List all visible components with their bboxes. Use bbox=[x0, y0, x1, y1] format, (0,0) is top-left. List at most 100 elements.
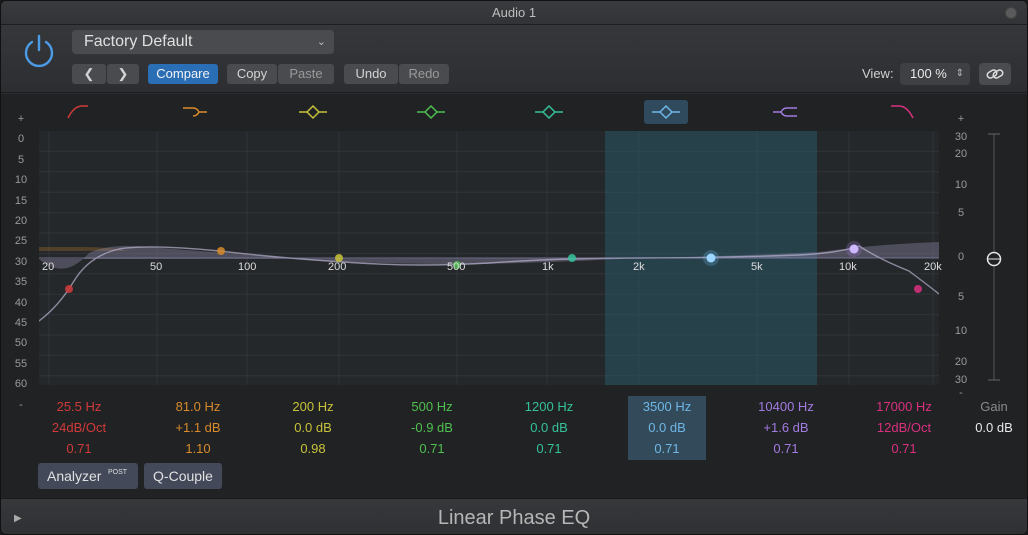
db-scale-tick: 50 bbox=[14, 337, 28, 350]
band-7-freq[interactable]: 10400 Hz bbox=[736, 396, 836, 417]
band-6-bell-icon[interactable] bbox=[644, 100, 688, 124]
band-5-freq[interactable]: 1200 Hz bbox=[499, 396, 599, 417]
q-couple-button[interactable]: Q-Couple bbox=[144, 463, 222, 489]
frequency-label: 500 bbox=[447, 261, 466, 273]
band-7-gain[interactable]: +1.6 dB bbox=[736, 417, 836, 438]
band-6-params: 3500 Hz 0.0 dB 0.71 bbox=[628, 396, 706, 460]
analyzer-button[interactable]: Analyzer POST bbox=[38, 463, 138, 489]
band-2-gain[interactable]: +1.1 dB bbox=[148, 417, 248, 438]
chevron-left-icon: ❮ bbox=[83, 66, 95, 81]
gain-scale-tick: 5 bbox=[957, 291, 965, 303]
compare-button[interactable]: Compare bbox=[148, 64, 218, 84]
band-1-low-cut-icon[interactable] bbox=[56, 100, 100, 124]
master-gain-column: Gain 0.0 dB bbox=[964, 396, 1024, 438]
title-bar: Audio 1 bbox=[1, 1, 1027, 25]
frequency-label: 10k bbox=[839, 261, 857, 273]
band-7-q[interactable]: 0.71 bbox=[736, 438, 836, 459]
band-4-bell-icon[interactable] bbox=[409, 100, 453, 124]
band-1-handle[interactable] bbox=[65, 285, 73, 293]
master-gain-slider[interactable] bbox=[984, 132, 1004, 382]
band-2-freq[interactable]: 81.0 Hz bbox=[148, 396, 248, 417]
band-1-freq[interactable]: 25.5 Hz bbox=[29, 396, 129, 417]
link-icon bbox=[986, 69, 1004, 79]
link-button[interactable] bbox=[979, 63, 1011, 85]
band-5-gain[interactable]: 0.0 dB bbox=[499, 417, 599, 438]
plugin-name: Linear Phase EQ bbox=[437, 507, 591, 529]
band-2-params: 81.0 Hz +1.1 dB 1.10 bbox=[148, 396, 248, 460]
preset-menu[interactable]: Factory Default ⌄ bbox=[72, 30, 334, 54]
chevron-down-icon: ⌄ bbox=[316, 36, 326, 48]
band-5-q[interactable]: 0.71 bbox=[499, 438, 599, 459]
band-5-handle[interactable] bbox=[568, 254, 576, 262]
band-1-params: 25.5 Hz 24dB/Oct 0.71 bbox=[29, 396, 129, 460]
stepper-arrows-icon: ⇕ bbox=[955, 68, 964, 79]
band-parameters: 25.5 Hz 24dB/Oct 0.71 81.0 Hz +1.1 dB 1.10 200… bbox=[1, 396, 1027, 460]
db-scale-tick: 15 bbox=[14, 194, 28, 207]
gain-value[interactable]: 0.0 dB bbox=[964, 417, 1024, 438]
chevron-right-icon: ❯ bbox=[117, 66, 129, 81]
previous-preset-button[interactable]: ❮ bbox=[72, 64, 106, 84]
db-scale-tick: + bbox=[17, 113, 25, 125]
band-type-bar bbox=[1, 94, 1027, 128]
band-8-gain[interactable]: 12dB/Oct bbox=[854, 417, 954, 438]
gain-scale-tick: 0 bbox=[957, 251, 965, 263]
band-7-handle[interactable] bbox=[849, 244, 859, 254]
view-zoom-value: 100 % bbox=[910, 66, 947, 81]
band-6-q[interactable]: 0.71 bbox=[628, 438, 706, 459]
power-icon[interactable] bbox=[21, 33, 57, 69]
db-scale-tick: 25 bbox=[14, 235, 28, 248]
gain-scale-tick: + bbox=[957, 113, 965, 125]
band-5-bell-icon[interactable] bbox=[527, 100, 571, 124]
band-2-low-shelf-icon[interactable] bbox=[173, 100, 217, 124]
band-8-high-cut-icon[interactable] bbox=[881, 100, 925, 124]
band-4-gain[interactable]: -0.9 dB bbox=[382, 417, 482, 438]
band-8-q[interactable]: 0.71 bbox=[854, 438, 954, 459]
gain-label: Gain bbox=[980, 399, 1008, 414]
preset-label: Factory Default bbox=[84, 33, 193, 50]
gain-scale-tick: 10 bbox=[954, 325, 968, 337]
band-3-gain[interactable]: 0.0 dB bbox=[263, 417, 363, 438]
band-2-handle[interactable] bbox=[217, 247, 225, 255]
db-scale-tick: 20 bbox=[14, 215, 28, 227]
gain-scale-tick: 30 bbox=[954, 374, 968, 386]
frequency-label: 200 bbox=[328, 261, 347, 273]
band-1-gain[interactable]: 24dB/Oct bbox=[29, 417, 129, 438]
frequency-label: 50 bbox=[150, 261, 163, 273]
band-2-q[interactable]: 1.10 bbox=[148, 438, 248, 459]
band-8-handle[interactable] bbox=[914, 285, 922, 293]
copy-button[interactable]: Copy bbox=[227, 64, 277, 84]
band-7-high-shelf-icon[interactable] bbox=[763, 100, 807, 124]
window-close-button[interactable] bbox=[1005, 7, 1017, 19]
analyzer-post-badge: POST bbox=[108, 469, 128, 476]
db-scale-tick: 60 bbox=[14, 378, 28, 391]
db-scale-tick: 55 bbox=[14, 357, 28, 370]
band-3-params: 200 Hz 0.0 dB 0.98 bbox=[263, 396, 363, 460]
plugin-window: Audio 1 Factory Default ⌄ ❮ ❯ Compare Co… bbox=[0, 0, 1028, 535]
band-4-freq[interactable]: 500 Hz bbox=[382, 396, 482, 417]
eq-graph[interactable]: 20 50 100 200 500 1k 2k 5k 10k 20k bbox=[39, 131, 942, 385]
paste-button[interactable]: Paste bbox=[278, 64, 334, 84]
db-scale-tick: 5 bbox=[17, 153, 25, 166]
db-scale-tick: 45 bbox=[14, 317, 28, 329]
band-3-freq[interactable]: 200 Hz bbox=[263, 396, 363, 417]
db-scale-tick: 40 bbox=[14, 296, 28, 309]
view-zoom-select[interactable]: 100 % ⇕ bbox=[900, 63, 970, 85]
band-4-params: 500 Hz -0.9 dB 0.71 bbox=[382, 396, 482, 460]
view-label: View: bbox=[862, 66, 894, 81]
band-5-params: 1200 Hz 0.0 dB 0.71 bbox=[499, 396, 599, 460]
gain-scale-tick: 20 bbox=[954, 148, 968, 160]
redo-button[interactable]: Redo bbox=[399, 64, 449, 84]
gain-scale-tick: 10 bbox=[954, 179, 968, 191]
band-4-q[interactable]: 0.71 bbox=[382, 438, 482, 459]
band-3-q[interactable]: 0.98 bbox=[263, 438, 363, 459]
band-6-handle[interactable] bbox=[706, 253, 716, 263]
band-3-bell-icon[interactable] bbox=[291, 100, 335, 124]
band-1-q[interactable]: 0.71 bbox=[29, 438, 129, 459]
undo-button[interactable]: Undo bbox=[344, 64, 398, 84]
band-6-gain[interactable]: 0.0 dB bbox=[628, 417, 706, 438]
band-6-freq[interactable]: 3500 Hz bbox=[628, 396, 706, 417]
next-preset-button[interactable]: ❯ bbox=[107, 64, 139, 84]
plugin-header: Factory Default ⌄ ❮ ❯ Compare Copy Paste… bbox=[1, 25, 1027, 93]
band-8-freq[interactable]: 17000 Hz bbox=[854, 396, 954, 417]
band-7-params: 10400 Hz +1.6 dB 0.71 bbox=[736, 396, 836, 460]
